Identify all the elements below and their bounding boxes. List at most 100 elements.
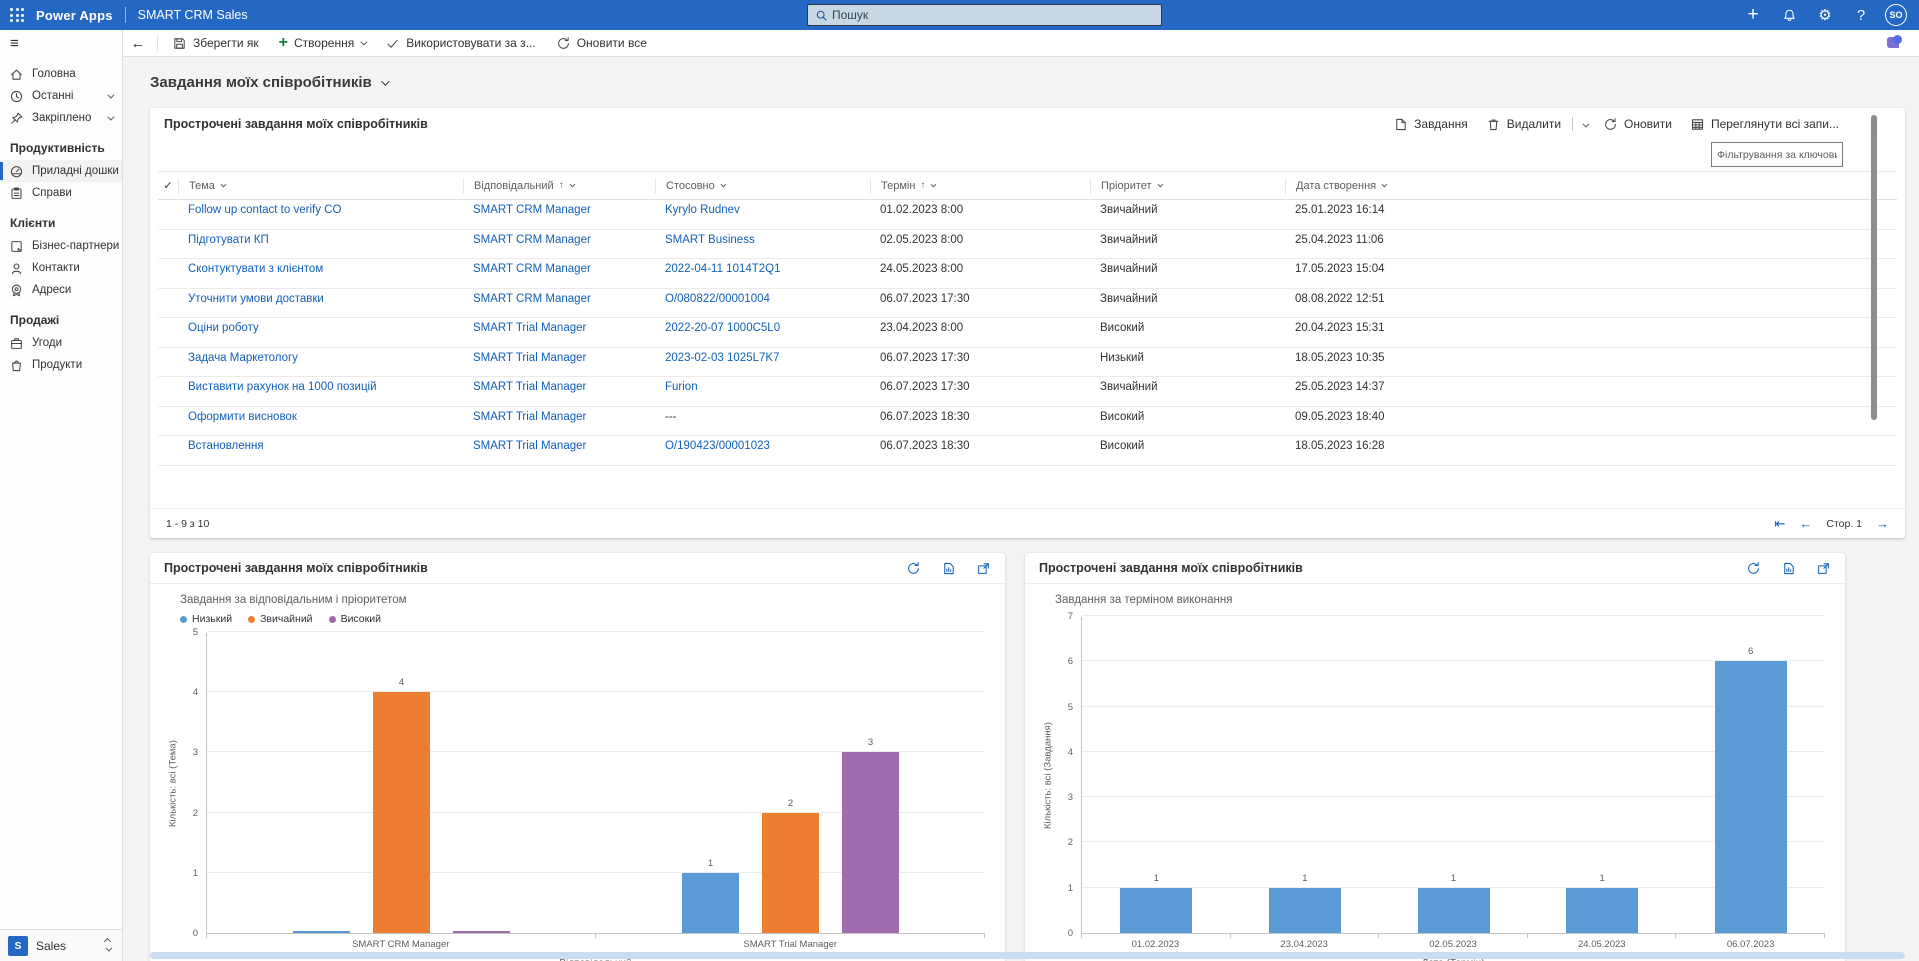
settings-icon[interactable]: ⚙ (1807, 0, 1843, 30)
cell-regarding[interactable]: 2022-04-11 1014T2Q1 (655, 263, 870, 275)
cell-theme[interactable]: Встановлення (178, 440, 463, 452)
bar-Завдання[interactable] (1715, 661, 1787, 933)
bar-Завдання[interactable] (1269, 888, 1341, 933)
cell-owner[interactable]: SMART Trial Manager (463, 381, 655, 393)
table-row[interactable]: Уточнити умови доставкиSMART CRM Manager… (158, 289, 1897, 319)
view-report-icon[interactable] (1781, 561, 1796, 576)
cell-owner[interactable]: SMART Trial Manager (463, 411, 655, 423)
chat-icon[interactable] (1887, 35, 1903, 51)
search-input[interactable] (832, 8, 1112, 22)
table-row[interactable]: ВстановленняSMART Trial ManagerO/190423/… (158, 436, 1897, 466)
bar-Низький[interactable] (293, 931, 350, 933)
cell-owner[interactable]: SMART CRM Manager (463, 293, 655, 305)
toolbar-grid[interactable]: Переглянути всі запи... (1681, 109, 1848, 139)
table-row[interactable]: Оціни роботуSMART Trial Manager2022-20-0… (158, 318, 1897, 348)
sidebar-item[interactable]: Останні (0, 85, 122, 107)
cell-theme[interactable]: Задача Маркетологу (178, 352, 463, 364)
column-header[interactable]: Відповідальний↑ (463, 178, 655, 194)
keyword-filter-input[interactable] (1711, 142, 1843, 167)
avatar[interactable]: SO (1885, 4, 1907, 26)
bar-Звичайний[interactable] (762, 813, 819, 933)
sidebar-item[interactable]: Продукти (0, 354, 122, 376)
sidebar-item[interactable]: Закріплено (0, 107, 122, 129)
toolbar-refresh[interactable]: Оновити (1594, 109, 1681, 139)
command-check[interactable]: Використовувати за з... (375, 30, 546, 57)
sidebar-item[interactable]: Головна (0, 63, 122, 85)
global-search[interactable] (807, 4, 1162, 26)
bar-Завдання[interactable] (1120, 888, 1192, 933)
horizontal-scrollbar[interactable] (150, 952, 1905, 959)
sidebar-item[interactable]: Приладні дошки (0, 160, 122, 182)
waffle-icon[interactable] (0, 0, 34, 30)
sidebar-item[interactable]: Справи (0, 182, 122, 204)
sidebar-item[interactable]: Угоди (0, 332, 122, 354)
toolbar-task[interactable]: Завдання (1384, 109, 1477, 139)
bar-Високий[interactable] (453, 931, 510, 933)
column-header[interactable]: Пріоритет (1090, 178, 1285, 194)
cell-owner[interactable]: SMART CRM Manager (463, 263, 655, 275)
vertical-scrollbar[interactable] (1871, 115, 1877, 420)
cell-theme[interactable]: Виставити рахунок на 1000 позицій (178, 381, 463, 393)
previous-page-icon[interactable]: ← (1799, 516, 1812, 531)
next-page-icon[interactable]: → (1876, 516, 1889, 531)
cell-owner[interactable]: SMART Trial Manager (463, 322, 655, 334)
bar-Завдання[interactable] (1418, 888, 1490, 933)
column-header[interactable]: Тема (178, 178, 463, 194)
table-row[interactable]: Виставити рахунок на 1000 позиційSMART T… (158, 377, 1897, 407)
cell-owner[interactable]: SMART CRM Manager (463, 234, 655, 246)
bar-Низький[interactable] (682, 873, 739, 933)
legend-item[interactable]: Низький (180, 613, 232, 625)
cell-regarding[interactable]: O/190423/00001023 (655, 440, 870, 452)
cell-theme[interactable]: Оціни роботу (178, 322, 463, 334)
command-plus[interactable]: +Створення (269, 30, 376, 57)
refresh-icon[interactable] (1746, 561, 1761, 576)
cell-theme[interactable]: Follow up contact to verify CO (178, 204, 463, 216)
refresh-icon[interactable] (906, 561, 921, 576)
cell-regarding[interactable]: Kyrylo Rudnev (655, 204, 870, 216)
cell-theme[interactable]: Підготувати КП (178, 234, 463, 246)
cell-owner[interactable]: SMART Trial Manager (463, 352, 655, 364)
bar-Завдання[interactable] (1566, 888, 1638, 933)
cell-regarding[interactable]: O/080822/00001004 (655, 293, 870, 305)
select-all-icon[interactable]: ✓ (158, 178, 178, 194)
notifications-icon[interactable] (1771, 0, 1807, 30)
expand-icon[interactable] (1816, 561, 1831, 576)
bar-Звичайний[interactable] (373, 692, 430, 933)
column-header[interactable]: Дата створення (1285, 178, 1897, 194)
legend-item[interactable]: Високий (329, 613, 381, 625)
bar-Високий[interactable] (842, 752, 899, 933)
cell-owner[interactable]: SMART Trial Manager (463, 440, 655, 452)
sidebar-item[interactable]: Бізнес-партнери (0, 235, 122, 257)
brand-label[interactable]: Power Apps (36, 8, 113, 23)
legend-item[interactable]: Звичайний (248, 613, 313, 625)
cell-regarding[interactable]: 2023-02-03 1025L7K7 (655, 352, 870, 364)
cell-regarding[interactable]: 2022-20-07 1000C5L0 (655, 322, 870, 334)
help-icon[interactable]: ? (1843, 0, 1879, 30)
sidebar-item[interactable]: Адреси (0, 279, 122, 301)
command-refresh[interactable]: Оновити все (546, 30, 657, 57)
view-report-icon[interactable] (941, 561, 956, 576)
cell-owner[interactable]: SMART CRM Manager (463, 204, 655, 216)
table-row[interactable]: Follow up contact to verify COSMART CRM … (158, 200, 1897, 230)
sidebar-item[interactable]: Контакти (0, 257, 122, 279)
app-name[interactable]: SMART CRM Sales (138, 8, 248, 22)
table-row[interactable]: Задача МаркетологуSMART Trial Manager202… (158, 348, 1897, 378)
cell-regarding[interactable]: SMART Business (655, 234, 870, 246)
expand-icon[interactable] (976, 561, 991, 576)
toolbar-delete[interactable]: Видалити (1477, 109, 1570, 139)
back-icon[interactable]: ← (123, 35, 153, 52)
column-header[interactable]: Стосовно (655, 178, 870, 194)
table-row[interactable]: Сконтуктувати з клієнтомSMART CRM Manage… (158, 259, 1897, 289)
cell-theme[interactable]: Оформити висновок (178, 411, 463, 423)
add-icon[interactable]: + (1735, 0, 1771, 30)
first-page-icon[interactable]: ⇤ (1774, 516, 1785, 532)
command-save[interactable]: Зберегти як (162, 30, 269, 57)
hamburger-icon[interactable]: ≡ (0, 30, 122, 57)
page-title[interactable]: Завдання моїх співробітників (150, 74, 387, 91)
column-header[interactable]: Термін↑ (870, 178, 1090, 194)
cell-theme[interactable]: Сконтуктувати з клієнтом (178, 263, 463, 275)
table-row[interactable]: Підготувати КПSMART CRM ManagerSMART Bus… (158, 230, 1897, 260)
cell-theme[interactable]: Уточнити умови доставки (178, 293, 463, 305)
table-row[interactable]: Оформити висновокSMART Trial Manager---0… (158, 407, 1897, 437)
cell-regarding[interactable]: Furion (655, 381, 870, 393)
